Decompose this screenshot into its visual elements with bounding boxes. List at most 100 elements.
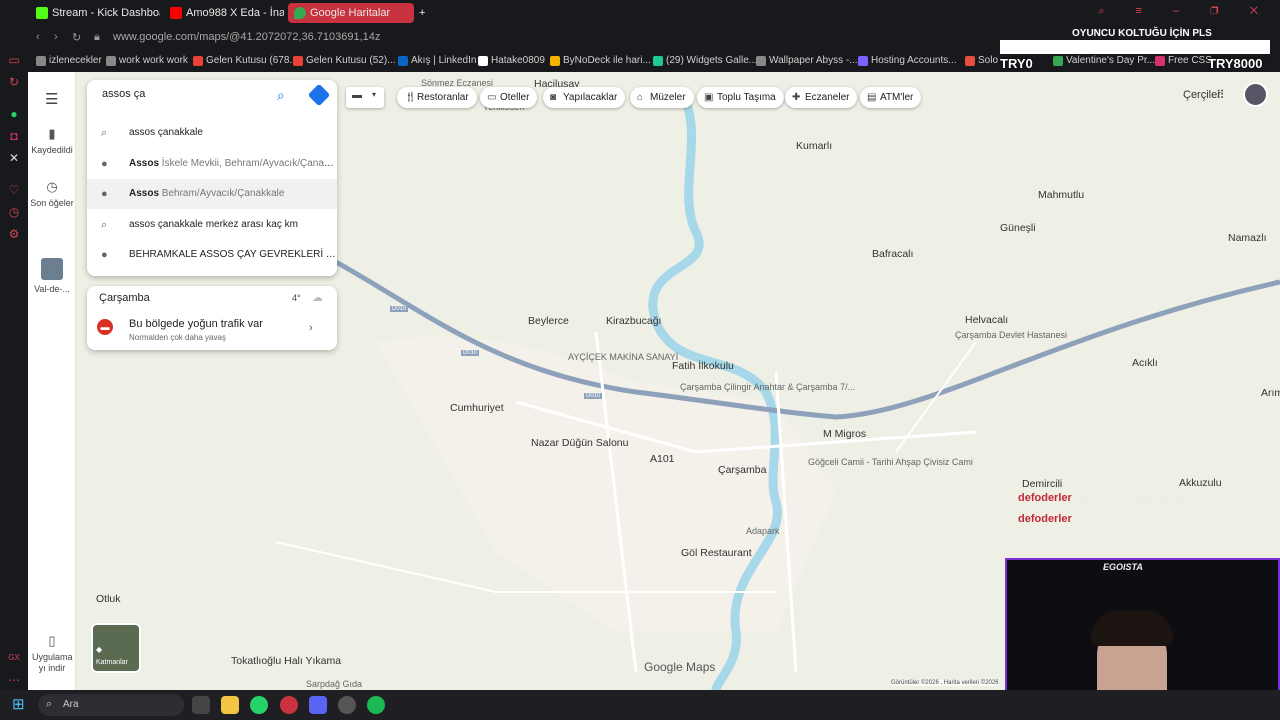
spotify-icon[interactable] [367,696,385,714]
search-icon[interactable]: ⌕ [277,87,285,104]
traffic-card[interactable]: Çarşamba 4° ☁ ▬ Bu bölgede yoğun trafik … [87,286,337,350]
reload-icon[interactable]: ↻ [72,31,81,44]
suggestion-item[interactable]: ● Assos Behram/Ayvacık/Çanakkale [87,179,337,209]
map-place-label[interactable]: Çarşamba [718,464,766,476]
bookmark-favicon-icon [653,56,663,66]
map-place-label[interactable]: Cumhuriyet [450,402,504,414]
bookmark-item[interactable]: Hosting Accounts... [858,55,957,66]
map-place-label[interactable]: Arım [1261,387,1280,399]
map-place-label[interactable]: M Migros [823,428,866,440]
directions-icon[interactable] [307,83,331,107]
avatar[interactable] [1243,82,1268,107]
map-place-label[interactable]: Kirazbucağı [606,315,661,327]
apps-grid-icon[interactable]: ⠿ [1216,88,1225,102]
bookmark-item[interactable]: Free CSS [1155,55,1212,66]
forward-icon[interactable]: › [54,31,58,43]
map-place-label[interactable]: Helvacalı [965,314,1008,326]
chip-4[interactable]: ▣ Toplu Taşıma [697,87,784,108]
tab-youtube[interactable]: Amo988 X Eda - İnanırım [164,3,284,23]
windows-start-icon[interactable]: ⊞ [12,696,30,714]
chip-0[interactable]: 🍴︎ Restoranlar [397,87,477,108]
suggestion-item[interactable]: ⌕ assos çanakkale [87,118,337,148]
bookmark-item[interactable]: Gelen Kutusu (52)... [293,55,396,66]
whatsapp-icon[interactable] [250,696,268,714]
map-place-label[interactable]: Çarşamba Devlet Hastanesi [955,330,1067,340]
search-input[interactable] [102,88,272,100]
chip-1[interactable]: ▭ Oteller [480,87,538,108]
cloud-icon: ☁ [312,292,323,304]
suggestion-item[interactable]: ⌕ assos çanakkale merkez arası kaç km [87,210,337,240]
new-tab-button[interactable]: + [416,3,432,23]
instagram-icon[interactable]: ◘ [6,128,22,144]
refresh-icon[interactable]: ↻ [6,74,22,90]
bookmark-item[interactable]: Hatake0809 [478,55,545,66]
history-icon[interactable]: ◷ [6,204,22,220]
bookmark-label: Gelen Kutusu (52)... [306,55,396,66]
map-place-label[interactable]: Namazlı [1228,232,1267,244]
map-place-label[interactable]: Adapark [746,526,780,536]
task-view-icon[interactable] [192,696,210,714]
saved-button[interactable]: ▮ Kaydedildi [28,127,76,156]
bookmark-item[interactable]: izlenecekler [36,55,102,66]
map-place-label[interactable]: Güneşli [1000,222,1036,234]
map-place-label[interactable]: Bafracalı [872,248,913,260]
map-place-label[interactable]: Demircili [1022,478,1062,490]
bookmark-item[interactable]: Valentine's Day Pr... [1053,55,1155,66]
chip-5[interactable]: ✚ Eczaneler [785,87,858,108]
back-icon[interactable]: ‹ [36,31,40,43]
tab-kick[interactable]: Stream - Kick Dashboard [30,3,160,23]
x-twitter-icon[interactable]: ✕ [6,150,22,166]
whatsapp-icon[interactable]: ● [6,106,22,122]
bookmark-item[interactable]: Wallpaper Abyss -... [756,55,858,66]
bookmark-item[interactable]: Gelen Kutusu (678... [193,55,298,66]
chat-user: defoderler [1018,492,1072,504]
chip-label: Yapılacaklar [563,92,618,103]
search-icon: ⌕ [101,127,108,139]
caret-down-icon: ▾ [372,90,377,99]
map-place-label[interactable]: Beylerce [528,315,569,327]
taskbar-search[interactable]: ⌕ Ara [38,694,184,716]
bookmark-item[interactable]: Akış | LinkedIn [398,55,476,66]
map-place-label[interactable]: Göl Restaurant [681,547,752,559]
speed-dial-icon[interactable]: ▭ [6,52,22,68]
map-place-label[interactable]: Göğceli Camii - Tarihi Ahşap Çivisiz Cam… [808,457,973,467]
file-explorer-icon[interactable] [221,696,239,714]
bookmark-item[interactable]: Solo - [965,55,1004,66]
map-place-label[interactable]: Tokatlıoğlu Halı Yıkama [231,655,341,667]
heart-icon[interactable]: ♡ [6,182,22,198]
bookmark-item[interactable]: work work work [106,55,188,66]
keyboard-toggle-button[interactable]: ▬ ▾ [346,87,384,108]
discord-icon[interactable] [309,696,327,714]
window-controls[interactable]: ⌕ ≡ – ❐ ✕ [1098,5,1272,18]
map-place-label[interactable]: Mahmutlu [1038,189,1084,201]
bookmark-item[interactable]: (29) Widgets Galle... [653,55,757,66]
chip-3[interactable]: ⌂ Müzeler [630,87,694,108]
map-place-label[interactable]: A101 [650,453,675,465]
more-icon[interactable]: ⋯ [6,672,22,688]
opera-gx-icon[interactable] [280,696,298,714]
recent-place-button[interactable]: Val-de-... [28,258,76,295]
tab-google-maps[interactable]: Google Haritalar [288,3,414,23]
gx-icon[interactable]: GX [6,650,22,666]
map-place-label[interactable]: AYÇİÇEK MAKİNA SANAYİ [568,352,678,362]
url-field[interactable]: www.google.com/maps/@41.2072072,36.71036… [113,31,380,43]
suggestion-item[interactable]: ● Assos İskele Mevkii, Behram/Ayvacık/Çan… [87,149,337,179]
settings-icon[interactable]: ⚙ [6,226,22,242]
obs-icon[interactable] [338,696,356,714]
map-place-label[interactable]: Otluk [96,593,121,605]
bookmark-item[interactable]: ByNoDeck ile hari... [550,55,651,66]
map-place-label[interactable]: Çarşamba Çilingir Anahtar & Çarşamba 7/.… [680,382,855,392]
map-place-label[interactable]: Sarpdağ Gıda [306,679,362,689]
map-place-label[interactable]: Acıklı [1132,357,1158,369]
map-place-label[interactable]: Kumarlı [796,140,832,152]
layers-button[interactable]: ◆ Katmanlar [91,623,141,673]
map-place-label[interactable]: Fatih İlkokulu [672,360,734,372]
chip-2[interactable]: ◙ Yapılacaklar [543,87,626,108]
hamburger-menu-icon[interactable]: ☰ [45,90,58,108]
recent-button[interactable]: ◷ Son öğeler [28,180,76,209]
chip-6[interactable]: ▤ ATM'ler [860,87,922,108]
map-place-label[interactable]: Akkuzulu [1179,477,1222,489]
suggestion-item[interactable]: ● BEHRAMKALE ASSOS ÇAY GEVREKLERİ Yuk... [87,240,337,270]
download-app-button[interactable]: ▯ Uygulama yı indir [28,634,76,674]
map-place-label[interactable]: Nazar Düğün Salonu [531,437,628,449]
